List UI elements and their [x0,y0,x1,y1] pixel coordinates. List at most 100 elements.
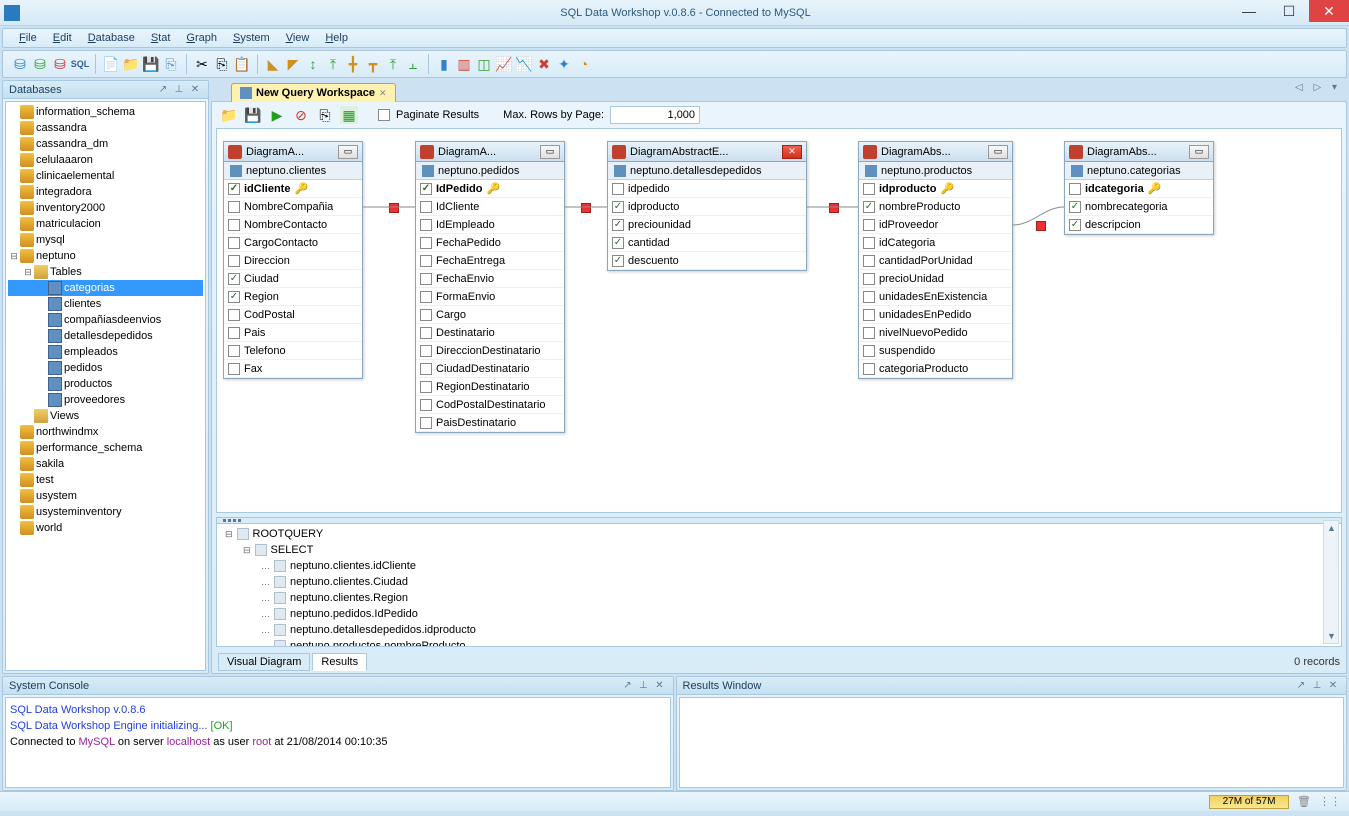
field-row[interactable]: CodPostal [224,306,362,324]
splitter-grip[interactable] [217,518,1341,524]
ws-open-icon[interactable]: 📁 [220,106,238,124]
query-node[interactable]: …neptuno.detallesdepedidos.idproducto [221,622,1337,638]
results-ext-icon[interactable]: ↗ [1294,679,1308,693]
field-row[interactable]: DireccionDestinatario [416,342,564,360]
query-node[interactable]: …neptuno.clientes.idCliente [221,558,1337,574]
close-button[interactable]: ✕ [1309,0,1349,22]
field-row[interactable]: ✓descripcion [1065,216,1213,234]
chart5-icon[interactable]: 📉 [515,55,533,73]
chart-icon[interactable]: ▮ [435,55,453,73]
field-row[interactable]: unidadesEnExistencia [859,288,1012,306]
entity-window[interactable]: DiagramAbs...▭neptuno.productosidproduct… [858,141,1013,379]
copy2-icon[interactable]: ⎘ [213,55,231,73]
paste-icon[interactable]: 📋 [233,55,251,73]
tree-node[interactable]: world [8,520,203,536]
tree-node[interactable]: pedidos [8,360,203,376]
cut-icon[interactable]: ✂ [193,55,211,73]
field-row[interactable]: idProveedor [859,216,1012,234]
menu-stat[interactable]: Stat [143,30,179,46]
field-row[interactable]: ✓idCliente🔑 [224,180,362,198]
tool-icon[interactable]: ◣ [264,55,282,73]
chart6-icon[interactable]: ✖ [535,55,553,73]
maxrows-input[interactable] [610,106,700,124]
query-node[interactable]: …neptuno.productos.nombreProducto [221,638,1337,647]
tree-node[interactable]: detallesdepedidos [8,328,203,344]
field-row[interactable]: CiudadDestinatario [416,360,564,378]
tree-node[interactable]: proveedores [8,392,203,408]
menu-graph[interactable]: Graph [178,30,225,46]
field-row[interactable]: ✓descuento [608,252,806,270]
menu-edit[interactable]: Edit [45,30,80,46]
menu-view[interactable]: View [278,30,318,46]
tree-node[interactable]: inventory2000 [8,200,203,216]
ws-excel-icon[interactable]: ▦ [340,106,358,124]
sql-icon[interactable]: SQL [71,55,89,73]
field-row[interactable]: FormaEnvio [416,288,564,306]
field-row[interactable]: RegionDestinatario [416,378,564,396]
connector-node[interactable] [389,203,399,213]
panel-pin-icon[interactable]: ⊥ [172,83,186,97]
field-row[interactable]: Direccion [224,252,362,270]
panel-close-icon[interactable]: ✕ [188,83,202,97]
field-row[interactable]: idcategoria🔑 [1065,180,1213,198]
tab-visual-diagram[interactable]: Visual Diagram [218,653,310,671]
tab-new-query[interactable]: New Query Workspace ✕ [231,83,396,102]
tree-node[interactable]: cassandra_dm [8,136,203,152]
field-row[interactable]: FechaEntrega [416,252,564,270]
menu-database[interactable]: Database [80,30,143,46]
field-row[interactable]: ✓Ciudad [224,270,362,288]
tree-node[interactable]: test [8,472,203,488]
minimize-button[interactable]: — [1229,0,1269,22]
connector-node[interactable] [1036,221,1046,231]
field-row[interactable]: ✓preciounidad [608,216,806,234]
field-row[interactable]: ✓idproducto [608,198,806,216]
field-row[interactable]: ✓nombrecategoria [1065,198,1213,216]
field-row[interactable]: Destinatario [416,324,564,342]
tab-nav-icons[interactable]: ◁ ▷ ▾ [1295,82,1341,93]
tree-node[interactable]: clientes [8,296,203,312]
menu-help[interactable]: Help [317,30,356,46]
menu-file[interactable]: File [11,30,45,46]
tree-node[interactable]: matriculacion [8,216,203,232]
tab-results[interactable]: Results [312,653,367,671]
entity-window[interactable]: DiagramA...▭neptuno.pedidos✓IdPedido🔑IdC… [415,141,565,433]
chart8-icon[interactable]: ◔ [575,55,593,73]
tree-node[interactable]: celulaaaron [8,152,203,168]
field-row[interactable]: idCategoria [859,234,1012,252]
field-row[interactable]: idpedido [608,180,806,198]
entity-window[interactable]: DiagramAbs...▭neptuno.categoriasidcatego… [1064,141,1214,235]
tool3-icon[interactable]: ↕ [304,55,322,73]
field-row[interactable]: Fax [224,360,362,378]
menu-system[interactable]: System [225,30,278,46]
tool8-icon[interactable]: ⫠ [404,55,422,73]
tree-node[interactable]: compañiasdeenvios [8,312,203,328]
entity-window[interactable]: DiagramA...▭neptuno.clientes✓idCliente🔑N… [223,141,363,379]
chart7-icon[interactable]: ✦ [555,55,573,73]
field-row[interactable]: IdEmpleado [416,216,564,234]
chart2-icon[interactable]: ▥ [455,55,473,73]
query-node[interactable]: ⊟SELECT [221,542,1337,558]
vscroll[interactable] [1323,520,1339,644]
tree-node[interactable]: information_schema [8,104,203,120]
diagram-canvas[interactable]: DiagramA...▭neptuno.clientes✓idCliente🔑N… [216,128,1342,513]
console-ext-icon[interactable]: ↗ [621,679,635,693]
ws-save-icon[interactable]: 💾 [244,106,262,124]
db-green-icon[interactable]: ⛁ [31,55,49,73]
tree-node[interactable]: integradora [8,184,203,200]
tree-node[interactable]: usystem [8,488,203,504]
panel-ext-icon[interactable]: ↗ [156,83,170,97]
ws-copy-icon[interactable]: ⎘ [316,106,334,124]
field-row[interactable]: ✓IdPedido🔑 [416,180,564,198]
tree-node[interactable]: northwindmx [8,424,203,440]
field-row[interactable]: ✓cantidad [608,234,806,252]
tree-node[interactable]: clinicaelemental [8,168,203,184]
entity-window[interactable]: DiagramAbstractE...✕neptuno.detallesdepe… [607,141,807,271]
field-row[interactable]: CodPostalDestinatario [416,396,564,414]
run-icon[interactable]: ▶ [268,106,286,124]
console-close-icon[interactable]: ✕ [653,679,667,693]
field-row[interactable]: nivelNuevoPedido [859,324,1012,342]
tree-node[interactable]: usysteminventory [8,504,203,520]
tab-close-icon[interactable]: ✕ [379,88,387,99]
stop-icon[interactable]: ⊘ [292,106,310,124]
tree-node[interactable]: performance_schema [8,440,203,456]
